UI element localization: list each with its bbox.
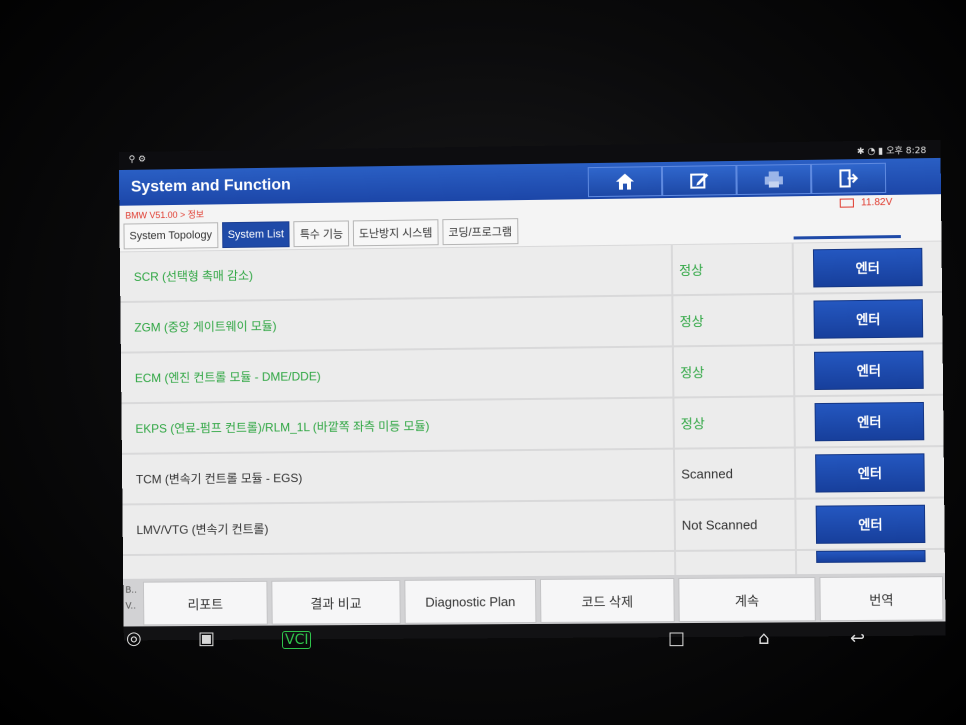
version-label-line: V.. (125, 601, 137, 612)
exit-button[interactable] (811, 162, 887, 195)
tab-system-list[interactable]: System List (221, 221, 291, 249)
tablet-screen: ⚲ ⚙ ✱ ◔ ▮ 오후 8:28 System and Function BM… (118, 139, 946, 641)
enter-cell: 엔터 (794, 344, 944, 396)
battery-icon (839, 198, 854, 208)
partial-enter-button[interactable] (816, 550, 926, 563)
compare-results-button[interactable]: 결과 비교 (271, 579, 401, 625)
enter-button[interactable]: 엔터 (814, 350, 924, 390)
system-status: 정상 (673, 346, 794, 397)
version-label-line: B.. (125, 585, 138, 596)
translate-button[interactable]: 번역 (819, 576, 944, 622)
system-navigation-bar: ◎ ▣ VCI □ ⌂ ↩ (110, 628, 890, 664)
tab-strip: System Topology System List 특수 기능 도난방지 시… (123, 218, 519, 250)
system-name: LMV/VTG (변속기 컨트롤) (122, 500, 674, 555)
system-name: ZGM (중앙 게이트웨이 모듈) (120, 296, 672, 352)
enter-button[interactable]: 엔터 (813, 298, 924, 339)
enter-cell: 엔터 (793, 241, 942, 293)
print-icon (764, 171, 783, 188)
table-row: LMV/VTG (변속기 컨트롤) Not Scanned 엔터 (122, 498, 945, 556)
system-status: Scanned (674, 448, 795, 499)
exit-icon (838, 169, 858, 187)
recents-icon[interactable]: □ (668, 628, 685, 649)
tab-coding-programming[interactable]: 코딩/프로그램 (442, 218, 519, 246)
system-name: SCR (선택형 촉매 감소) (119, 245, 672, 302)
system-status: 정상 (674, 397, 794, 448)
enter-cell: 엔터 (795, 447, 945, 498)
clear-codes-button[interactable]: 코드 삭제 (539, 577, 675, 623)
diagnostic-plan-button[interactable]: Diagnostic Plan (404, 578, 537, 624)
home-nav-icon[interactable]: ⌂ (758, 628, 769, 649)
partial-cell (676, 551, 796, 576)
enter-cell: 엔터 (794, 292, 943, 344)
vci-icon[interactable]: VCI (282, 631, 312, 649)
home-icon (615, 173, 635, 190)
enter-button[interactable]: 엔터 (814, 401, 925, 441)
gallery-icon[interactable]: ▣ (198, 628, 215, 649)
page-title: System and Function (130, 176, 291, 196)
system-status: 정상 (673, 294, 793, 346)
bottom-action-bar: B.. V.. 리포트 결과 비교 Diagnostic Plan 코드 삭제 … (123, 573, 946, 627)
system-name: TCM (변속기 컨트롤 모듈 - EGS) (121, 449, 674, 504)
status-left-icons: ⚲ ⚙ (128, 154, 147, 165)
table-row: ZGM (중앙 게이트웨이 모듈) 정상 엔터 (120, 292, 943, 353)
tab-system-topology[interactable]: System Topology (123, 222, 218, 250)
home-button[interactable] (587, 166, 663, 198)
tab-special-functions[interactable]: 특수 기능 (293, 220, 350, 248)
table-row: TCM (변속기 컨트롤 모듈 - EGS) Scanned 엔터 (121, 446, 945, 504)
table-row: ECM (엔진 컨트롤 모듈 - DME/DDE) 정상 엔터 (120, 343, 944, 403)
back-icon[interactable]: ↩ (850, 628, 865, 649)
breadcrumb: BMW V51.00 > 정보 (125, 209, 205, 221)
print-button[interactable] (736, 163, 812, 196)
enter-button[interactable]: 엔터 (815, 452, 925, 493)
system-status: 정상 (672, 243, 793, 295)
enter-button[interactable]: 엔터 (815, 504, 926, 544)
voltage-readout: 11.82V (860, 196, 893, 209)
system-status: Not Scanned (675, 499, 795, 550)
continue-button[interactable]: 계속 (678, 577, 816, 623)
tab-immobilizer[interactable]: 도난방지 시스템 (352, 219, 439, 247)
system-name: ECM (엔진 컨트롤 모듈 - DME/DDE) (120, 347, 673, 403)
enter-cell: 엔터 (796, 498, 945, 549)
enter-cell: 엔터 (795, 395, 944, 447)
table-row: EKPS (연료-펌프 컨트롤)/RLM_1L (바깥쪽 좌측 미등 모듈) 정… (121, 395, 944, 454)
version-label: B.. V.. (125, 583, 137, 615)
edit-icon (689, 171, 709, 189)
system-list: SCR (선택형 촉매 감소) 정상 엔터 ZGM (중앙 게이트웨이 모듈) … (119, 240, 945, 580)
scroll-indicator (793, 235, 901, 240)
report-button[interactable]: 리포트 (142, 580, 268, 626)
browser-icon[interactable]: ◎ (126, 628, 142, 649)
edit-button[interactable] (661, 164, 737, 197)
enter-button[interactable]: 엔터 (812, 247, 923, 287)
system-name: EKPS (연료-펌프 컨트롤)/RLM_1L (바깥쪽 좌측 미등 모듈) (121, 398, 673, 453)
partial-cell (796, 549, 945, 576)
status-right: ✱ ◔ ▮ 오후 8:28 (856, 146, 927, 158)
